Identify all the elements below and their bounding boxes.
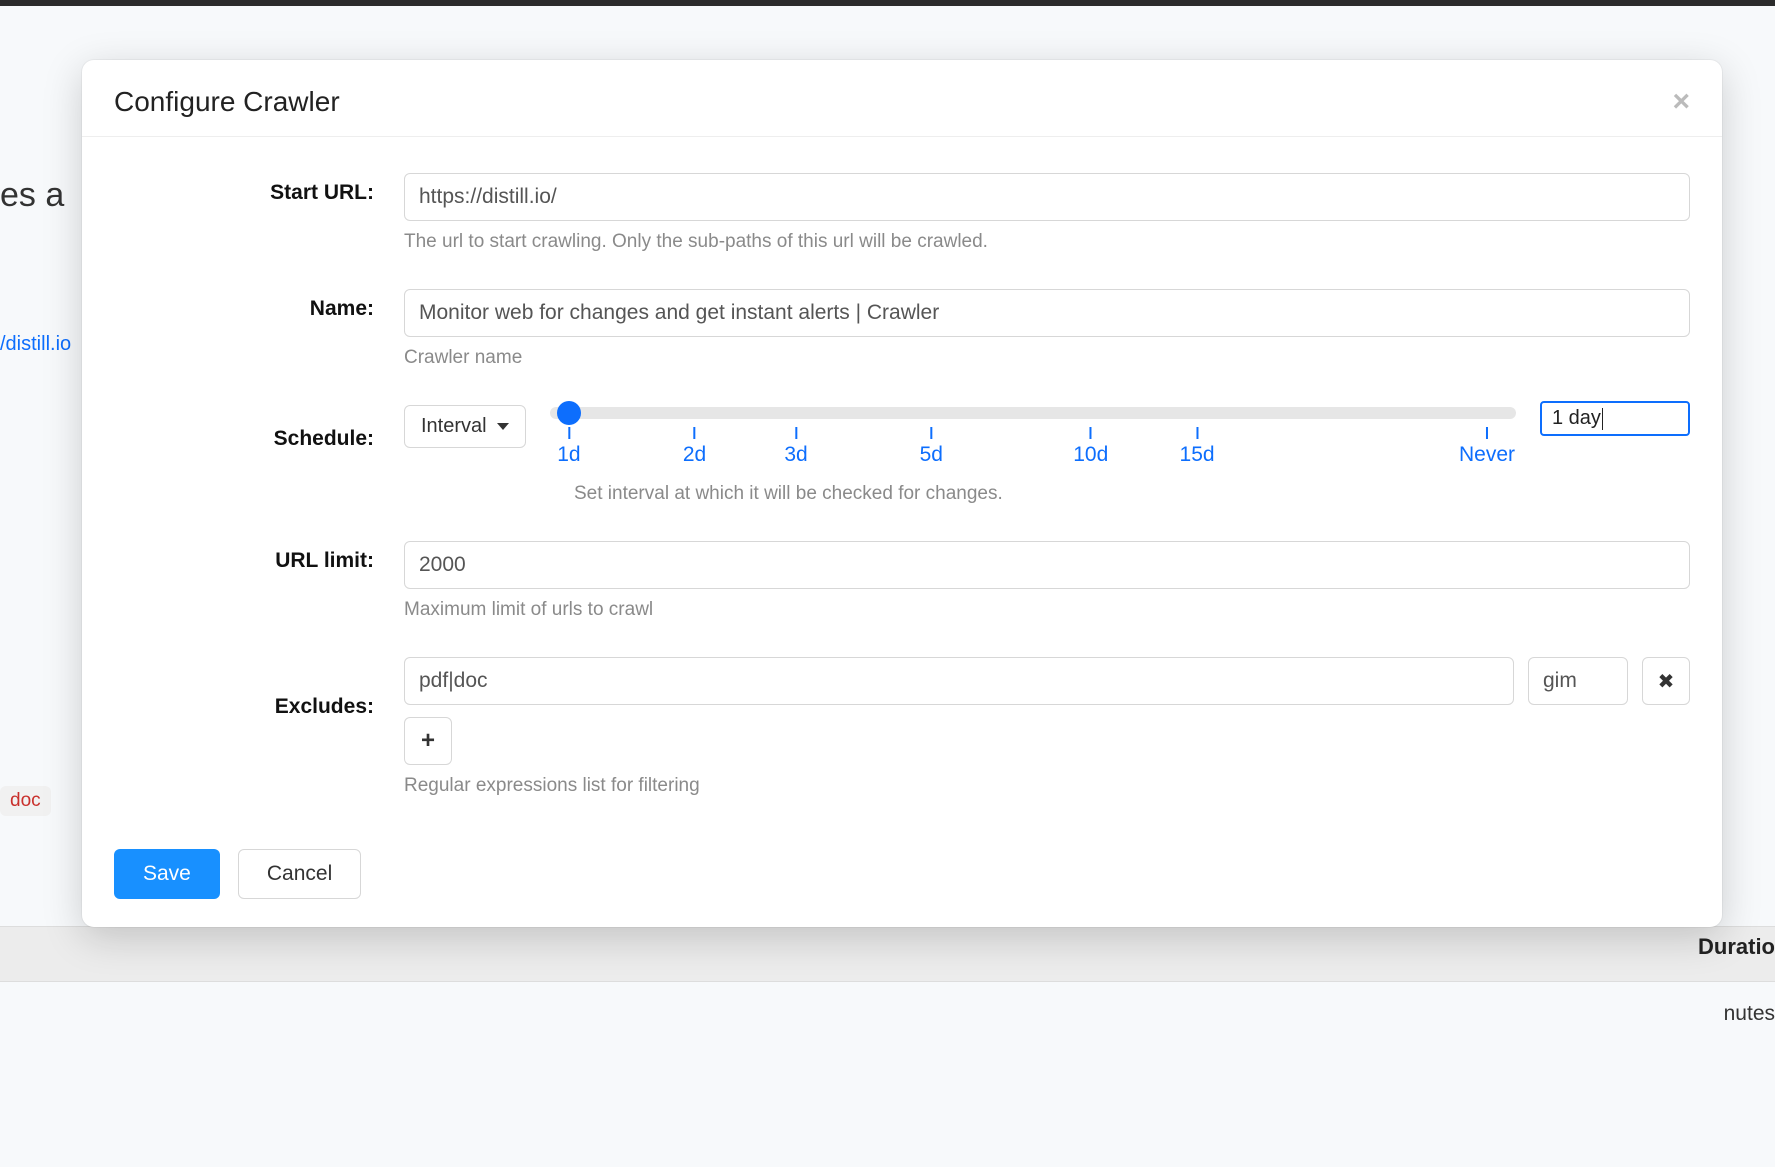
- schedule-mode-value: Interval: [421, 415, 487, 438]
- slider-tick[interactable]: 5d: [920, 427, 943, 467]
- tick-mark-icon: [1090, 427, 1092, 439]
- url-limit-help: Maximum limit of urls to crawl: [404, 599, 1690, 621]
- exclude-flags-input[interactable]: [1528, 657, 1628, 705]
- tick-label: 2d: [683, 443, 706, 466]
- schedule-label: Schedule:: [114, 405, 404, 451]
- close-icon[interactable]: ×: [1672, 87, 1690, 117]
- schedule-slider[interactable]: [550, 407, 1516, 419]
- tick-label: 1d: [557, 443, 580, 466]
- schedule-help: Set interval at which it will be checked…: [574, 483, 1690, 505]
- name-help: Crawler name: [404, 347, 1690, 369]
- schedule-value-input[interactable]: 1 day: [1540, 401, 1690, 436]
- slider-tick[interactable]: 15d: [1180, 427, 1215, 467]
- bg-chip: doc: [0, 786, 51, 816]
- slider-tick[interactable]: Never: [1459, 427, 1515, 467]
- start-url-input[interactable]: [404, 173, 1690, 221]
- exclude-pattern-input[interactable]: [404, 657, 1514, 705]
- tick-mark-icon: [694, 427, 696, 439]
- configure-crawler-modal: Configure Crawler × Start URL: The url t…: [82, 60, 1722, 927]
- exclude-row: ✖: [404, 657, 1690, 705]
- schedule-mode-select[interactable]: Interval: [404, 405, 526, 448]
- schedule-value-text: 1 day: [1552, 407, 1601, 429]
- text-cursor: [1602, 408, 1603, 430]
- caret-down-icon: [497, 423, 509, 430]
- tick-mark-icon: [568, 427, 570, 439]
- tick-label: 3d: [784, 443, 807, 466]
- slider-thumb[interactable]: [557, 401, 581, 425]
- slider-tick[interactable]: 10d: [1073, 427, 1108, 467]
- name-label: Name:: [114, 289, 404, 321]
- excludes-help: Regular expressions list for filtering: [404, 775, 1690, 797]
- tick-mark-icon: [1486, 427, 1488, 439]
- slider-tick[interactable]: 3d: [784, 427, 807, 467]
- slider-tick[interactable]: 2d: [683, 427, 706, 467]
- tick-mark-icon: [795, 427, 797, 439]
- tick-label: 10d: [1073, 443, 1108, 466]
- start-url-help: The url to start crawling. Only the sub-…: [404, 231, 1690, 253]
- tick-label: 5d: [920, 443, 943, 466]
- modal-title: Configure Crawler: [114, 86, 340, 118]
- save-button[interactable]: Save: [114, 849, 220, 899]
- slider-ticks: 1d 2d 3d 5d 10d 15d Never: [550, 427, 1516, 473]
- remove-exclude-button[interactable]: ✖: [1642, 657, 1690, 705]
- url-limit-label: URL limit:: [114, 541, 404, 573]
- start-url-label: Start URL:: [114, 173, 404, 205]
- tick-mark-icon: [930, 427, 932, 439]
- url-limit-input[interactable]: [404, 541, 1690, 589]
- bg-row-minutes: nutes: [1724, 1002, 1775, 1026]
- name-input[interactable]: [404, 289, 1690, 337]
- cancel-button[interactable]: Cancel: [238, 849, 361, 899]
- bg-col-duration: Duratio: [1698, 934, 1775, 960]
- tick-mark-icon: [1196, 427, 1198, 439]
- tick-label: 15d: [1180, 443, 1215, 466]
- excludes-label: Excludes:: [114, 657, 404, 719]
- slider-tick[interactable]: 1d: [557, 427, 580, 467]
- tick-label: Never: [1459, 443, 1515, 466]
- bg-table-header: [0, 926, 1775, 982]
- add-exclude-button[interactable]: +: [404, 717, 452, 765]
